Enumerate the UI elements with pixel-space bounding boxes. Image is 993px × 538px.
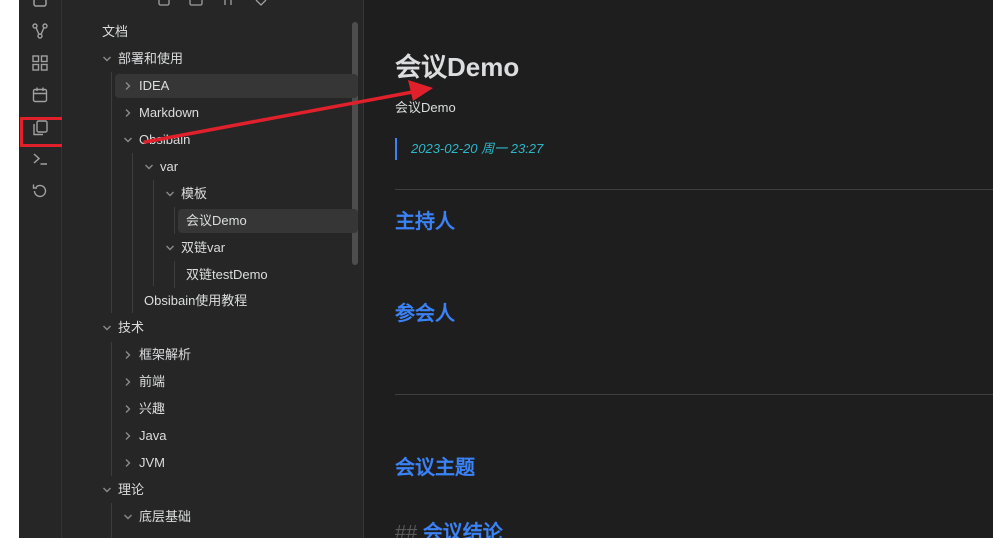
chevron-down-icon [165,243,175,253]
chevron-down-icon [102,54,112,64]
explorer-toolbar [62,0,364,8]
tree-folder-技术[interactable]: 技术 [62,316,352,340]
annotation-highlight-box [20,117,67,147]
tree-file-会议demo[interactable]: 会议Demo [62,209,352,233]
divider [395,189,993,190]
tree-item-label: 理论 [118,482,145,497]
tree-folder-markdown[interactable]: Markdown [62,101,352,125]
chevron-down-icon [144,162,154,172]
tree-folder-模板[interactable]: 模板 [62,182,352,206]
file-explorer: 文档 部署和使用 IDEA Markdown Obsibain var 模板 会… [62,0,364,538]
tree-folder-底层基础[interactable]: 底层基础 [62,505,352,529]
tree-item-label: 部署和使用 [118,51,184,66]
page-title: 会议Demo [395,52,520,82]
chevron-right-icon [123,431,133,441]
sort-icon[interactable] [221,0,235,6]
tree-item-label: Obsibain [139,132,191,147]
tree-item-label: Markdown [139,105,199,120]
tree-item-label: 兴趣 [139,401,166,416]
chevron-down-icon [165,189,175,199]
collapse-all-icon[interactable] [254,0,268,6]
tree-item-label: IDEA [139,78,170,93]
tree-folder-框架解析[interactable]: 框架解析 [62,343,352,367]
ribbon [19,0,67,538]
chevron-right-icon [123,377,133,387]
tree-folder-部署和使用[interactable]: 部署和使用 [62,47,352,71]
history-icon[interactable] [31,182,49,200]
chevron-right-icon [123,108,133,118]
chevron-right-icon [123,350,133,360]
new-folder-icon[interactable] [189,0,203,6]
tree-item-label: 底层基础 [139,509,192,524]
tree-folder-obsibain[interactable]: Obsibain [62,128,352,152]
chevron-down-icon [102,323,112,333]
tree-item-label: 双链var [181,240,226,255]
chevron-down-icon [123,135,133,145]
chevron-down-icon [123,512,133,522]
tree-folder-java[interactable]: Java [62,424,352,448]
chevron-right-icon [123,81,133,91]
tree-item-label: 框架解析 [139,347,192,362]
date-blockquote: 2023-02-20 周一 23:27 [395,138,543,160]
divider [395,394,993,395]
tree-item-label: JVM [139,455,165,470]
tree-folder-jvm[interactable]: JVM [62,451,352,475]
grid-icon[interactable] [31,54,49,72]
tree-item-label: 会议Demo [186,213,247,228]
heading-conclusion-text: 会议结论 [422,522,503,538]
tree-item-label: Java [139,428,167,443]
heading-host: 主持人 [395,211,455,233]
editor-pane[interactable]: 会议Demo 会议Demo 2023-02-20 周一 23:27 主持人 参会… [364,0,993,538]
heading-attendees: 参会人 [395,303,455,325]
tree-file-双链testdemo[interactable]: 双链testDemo [62,263,352,287]
app-window: 文档 部署和使用 IDEA Markdown Obsibain var 模板 会… [19,0,993,538]
tree-root[interactable]: 文档 [62,20,352,44]
tree-item-label: 双链testDemo [186,267,268,282]
tree-item-label: 前端 [139,374,166,389]
tree-folder-理论[interactable]: 理论 [62,478,352,502]
chevron-right-icon [123,404,133,414]
new-note-icon[interactable] [157,0,171,6]
chevron-down-icon [102,485,112,495]
tree-item-label: var [160,159,179,174]
tree-folder-兴趣[interactable]: 兴趣 [62,397,352,421]
terminal-icon[interactable] [31,150,49,168]
chevron-right-icon [123,458,133,468]
note-subtitle: 会议Demo [395,100,456,115]
tree-file-obsibain使用教程[interactable]: Obsibain使用教程 [62,289,352,313]
tree-item-label: 模板 [181,186,208,201]
tree-folder-var[interactable]: var [62,155,352,179]
tree-folder-双链var[interactable]: 双链var [62,236,352,260]
calendar-icon[interactable] [31,86,49,104]
tree-root-label: 文档 [102,24,129,39]
tree-folder-前端[interactable]: 前端 [62,370,352,394]
graph-icon[interactable] [31,22,49,40]
tree-folder-idea[interactable]: IDEA [62,74,352,98]
tree-item-label: Obsibain使用教程 [144,293,248,308]
tree-item-label: 技术 [118,320,145,335]
heading-marker: ## [395,522,418,538]
heading-topic: 会议主题 [395,457,475,479]
open-vault-icon[interactable] [31,0,49,14]
heading-conclusion: ## 会议结论 [395,516,503,538]
